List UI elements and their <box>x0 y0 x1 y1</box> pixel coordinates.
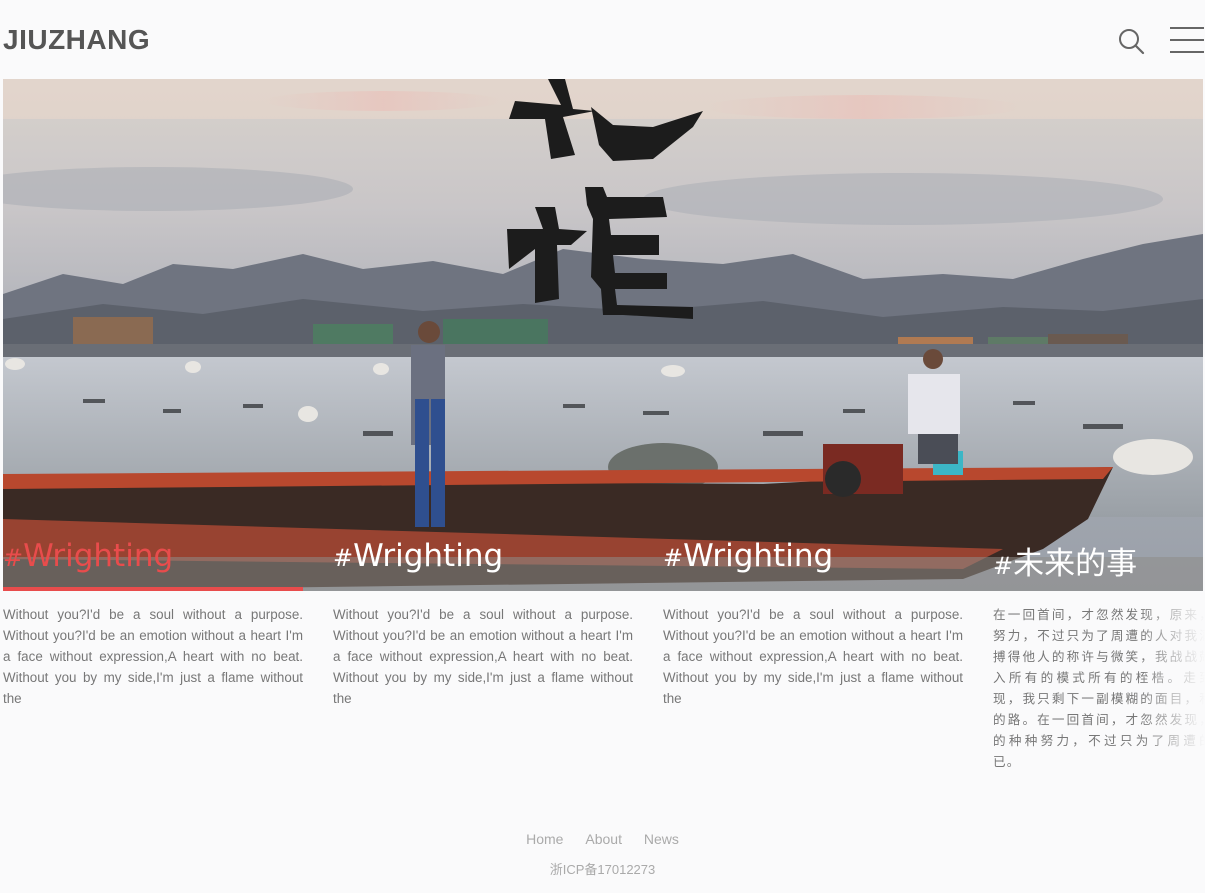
tab-label: #Wrighting <box>3 538 173 574</box>
footer-nav: Home About News <box>0 831 1205 847</box>
tab-hash: # <box>993 552 1014 580</box>
tab-wrighting-3[interactable]: #Wrighting <box>663 530 963 591</box>
footer-link-about[interactable]: About <box>585 831 622 847</box>
footer-link-news[interactable]: News <box>644 831 679 847</box>
hero-banner <box>3 79 1203 591</box>
tab-description-2: Without you?I'd be a soul without a purp… <box>333 607 633 706</box>
footer-link-home[interactable]: Home <box>526 831 563 847</box>
menu-line <box>1170 39 1204 41</box>
tab-wrighting-2[interactable]: #Wrighting <box>333 530 633 591</box>
tab-label-text: 未来的事 <box>1013 546 1138 582</box>
tab-label: #Wrighting <box>333 538 503 574</box>
tab-future-things[interactable]: #未来的事 <box>993 530 1203 591</box>
tab-hash: # <box>333 544 354 572</box>
menu-line <box>1170 51 1204 53</box>
site-header: JIUZHANG <box>0 0 1205 79</box>
tab-label: #未来的事 <box>993 538 1137 583</box>
tab-hash: # <box>663 544 684 572</box>
tab-description-3: Without you?I'd be a soul without a purp… <box>663 607 963 706</box>
active-tab-underline <box>3 587 303 591</box>
search-icon[interactable] <box>1116 26 1146 56</box>
category-tabs: #Wrighting #Wrighting #Wrighting #未来的事 <box>3 530 1203 591</box>
menu-line <box>1170 27 1204 29</box>
text-fade-overlay <box>1140 600 1205 805</box>
tab-label-text: Wrighting <box>353 538 504 574</box>
tab-label-text: Wrighting <box>683 538 834 574</box>
site-logo[interactable]: JIUZHANG <box>3 24 150 56</box>
hamburger-menu-icon[interactable] <box>1170 25 1204 55</box>
tab-label: #Wrighting <box>663 538 833 574</box>
tab-description-1: Without you?I'd be a soul without a purp… <box>3 607 303 706</box>
tab-wrighting-1[interactable]: #Wrighting <box>3 530 303 591</box>
icp-license[interactable]: 浙ICP备17012273 <box>0 859 1205 878</box>
tab-label-text: Wrighting <box>23 538 174 574</box>
hero-photo <box>3 79 1203 591</box>
tab-hash: # <box>3 544 24 572</box>
